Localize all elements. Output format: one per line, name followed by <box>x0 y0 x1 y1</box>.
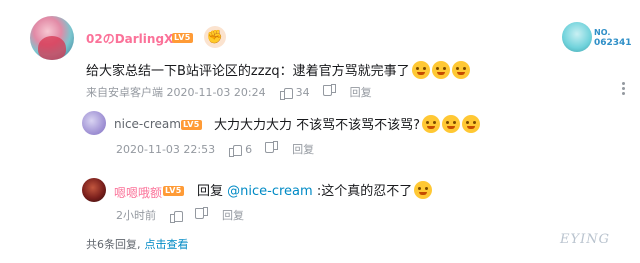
level-badge: LV5 <box>181 120 202 130</box>
timestamp: 来自安卓客户端 2020-11-03 20:24 <box>86 86 266 99</box>
timestamp: 2020-11-03 22:53 <box>116 142 216 156</box>
reply-content: 回复 @nice-cream :这个真的忍不了 <box>197 180 433 199</box>
like-button[interactable]: 6 <box>229 142 253 157</box>
comment-text: 给大家总结一下B站评论区的zzzq：逮着官方骂就完事了 <box>86 64 410 79</box>
avatar[interactable] <box>82 111 106 135</box>
like-count: 6 <box>245 142 253 156</box>
shocked-emoji-icon <box>442 115 461 133</box>
thumb-up-icon <box>279 86 293 100</box>
reply-count-footer: 共6条回复, 点击查看 <box>86 236 189 252</box>
thumb-down-icon <box>324 86 336 98</box>
more-options-icon[interactable] <box>622 82 626 95</box>
mention-link[interactable]: @nice-cream <box>227 184 313 199</box>
comment-content: 给大家总结一下B站评论区的zzzq：逮着官方骂就完事了 <box>86 60 470 79</box>
reply-content: 大力大力大力 不该骂不该骂不该骂? <box>214 114 481 133</box>
dislike-button[interactable] <box>266 143 278 155</box>
timestamp: 2小时前 <box>116 209 156 222</box>
username[interactable]: 02のDarlingXX <box>86 30 183 47</box>
grin-emoji-icon <box>451 61 470 79</box>
like-button[interactable]: 34 <box>279 85 310 100</box>
view-replies-link[interactable]: 点击查看 <box>145 238 189 251</box>
reply-text: :这个真的忍不了 <box>316 184 413 199</box>
dislike-button[interactable] <box>324 86 336 98</box>
username[interactable]: nice-cream <box>114 117 181 131</box>
reply-meta: 2小时前 回复 <box>116 207 244 223</box>
thumb-down-icon <box>196 209 208 221</box>
level-badge: LV5 <box>163 186 184 196</box>
reply-count: 共6条回复, <box>86 238 141 251</box>
sneer-emoji-icon <box>414 181 433 199</box>
reply-prefix: 回复 <box>197 184 224 199</box>
dislike-button[interactable] <box>196 209 208 221</box>
username[interactable]: 嗯嗯哦额 <box>114 184 162 201</box>
avatar[interactable] <box>30 16 74 60</box>
like-button[interactable] <box>170 209 183 223</box>
reply-button[interactable]: 回复 <box>222 207 244 223</box>
reply-meta: 2020-11-03 22:53 6 回复 <box>116 141 314 157</box>
medal-number: 062341 <box>594 38 632 48</box>
like-count: 34 <box>295 85 310 99</box>
watermark: EYING <box>560 232 610 247</box>
grin-emoji-icon <box>431 61 450 79</box>
fist-icon: ✊ <box>204 26 226 48</box>
grin-emoji-icon <box>411 61 430 79</box>
medal-avatar-icon <box>562 22 592 52</box>
thumb-up-icon <box>229 143 243 157</box>
shocked-emoji-icon <box>462 115 481 133</box>
reply-text: 大力大力大力 不该骂不该骂不该骂? <box>214 118 421 133</box>
reply-button[interactable]: 回复 <box>292 141 314 157</box>
thumb-down-icon <box>266 143 278 155</box>
shocked-emoji-icon <box>422 115 441 133</box>
medal-label: NO. <box>594 28 611 37</box>
reply-button[interactable]: 回复 <box>350 84 372 100</box>
thumb-up-icon <box>170 209 183 223</box>
comment-meta: 来自安卓客户端 2020-11-03 20:24 34 回复 <box>86 84 372 100</box>
avatar[interactable] <box>82 178 106 202</box>
level-badge: LV5 <box>172 33 193 43</box>
